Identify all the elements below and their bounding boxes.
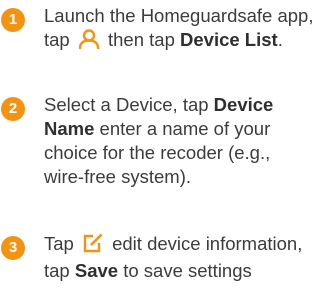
edit-icon: [82, 233, 104, 259]
device-name-label-part2: Name: [44, 118, 95, 139]
step-1-period: .: [277, 29, 283, 50]
step-1-tap-word: tap: [44, 29, 70, 50]
step-1-line-1: Launch the Homeguardsafe app,: [44, 5, 314, 26]
step-2-select-text: Select a Device, tap: [44, 94, 209, 115]
device-name-label-part1: Device: [213, 94, 274, 115]
step-3-save-text: to save settings: [123, 260, 252, 281]
step-2-line-3: choice for the recoder (e.g.,: [44, 142, 271, 163]
step-number-badge: 3: [1, 236, 25, 260]
save-label: Save: [74, 260, 119, 281]
step-3-tap-word: Tap: [44, 233, 74, 254]
step-2-enter-text: enter a name of your: [99, 118, 271, 139]
step-3-line-1: Tap edit device information,: [44, 232, 335, 259]
step-3-edit-text: edit device information,: [112, 233, 303, 254]
step-1-then-tap: then tap: [108, 29, 175, 50]
step-3-text: Tap edit device information, tap Save to…: [44, 232, 335, 283]
step-2-text: Select a Device, tap Device Name enter a…: [44, 93, 335, 189]
step-2-line-4: wire-free system).: [44, 166, 191, 187]
step-1-text: Launch the Homeguardsafe app, tap then t…: [44, 4, 335, 55]
device-list-label: Device List: [180, 29, 278, 50]
step-1-line-2: tap then tap Device List.: [44, 28, 335, 55]
user-icon: [78, 29, 100, 55]
step-3-tap-word-2: tap: [44, 260, 70, 281]
step-2-line-2: Name enter a name of your: [44, 117, 335, 141]
step-number-badge: 1: [1, 8, 25, 32]
step-3-line-2: tap Save to save settings: [44, 259, 335, 283]
step-2-line-1: Select a Device, tap Device: [44, 93, 335, 117]
step-number-badge: 2: [1, 97, 25, 121]
